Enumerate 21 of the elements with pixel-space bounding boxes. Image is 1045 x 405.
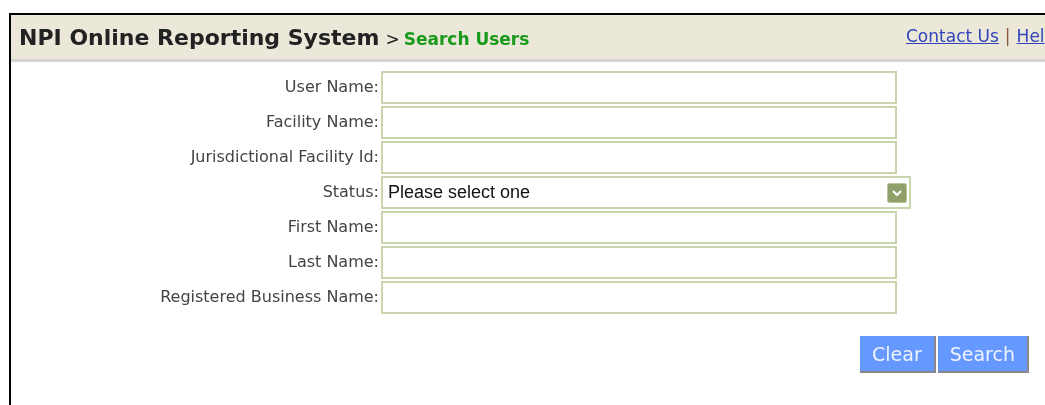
field-label: Jurisdictional Facility Id: [189,146,380,168]
field-label: User Name: [283,76,380,98]
text-field[interactable] [381,71,897,104]
page-subtitle: Search Users [403,28,530,49]
text-field[interactable] [381,141,897,174]
text-field[interactable] [381,106,897,139]
status-dropdown[interactable]: Please select one [381,176,911,209]
text-field[interactable] [381,246,897,279]
link-divider: | [1004,26,1011,46]
page-title: NPI Online Reporting System [19,24,380,50]
breadcrumb-separator: > [385,28,400,49]
field-label: Registered Business Name: [159,286,380,308]
text-field[interactable] [381,211,897,244]
header-link[interactable]: Contact Us [906,26,999,46]
field-label: Facility Name: [264,111,380,133]
caret-icon [887,182,907,203]
header-link[interactable]: Hel [1016,26,1045,46]
text-field[interactable] [381,281,897,314]
field-label: Last Name: [287,251,380,273]
field-label: First Name: [286,216,380,238]
field-label: Status: [321,181,380,203]
